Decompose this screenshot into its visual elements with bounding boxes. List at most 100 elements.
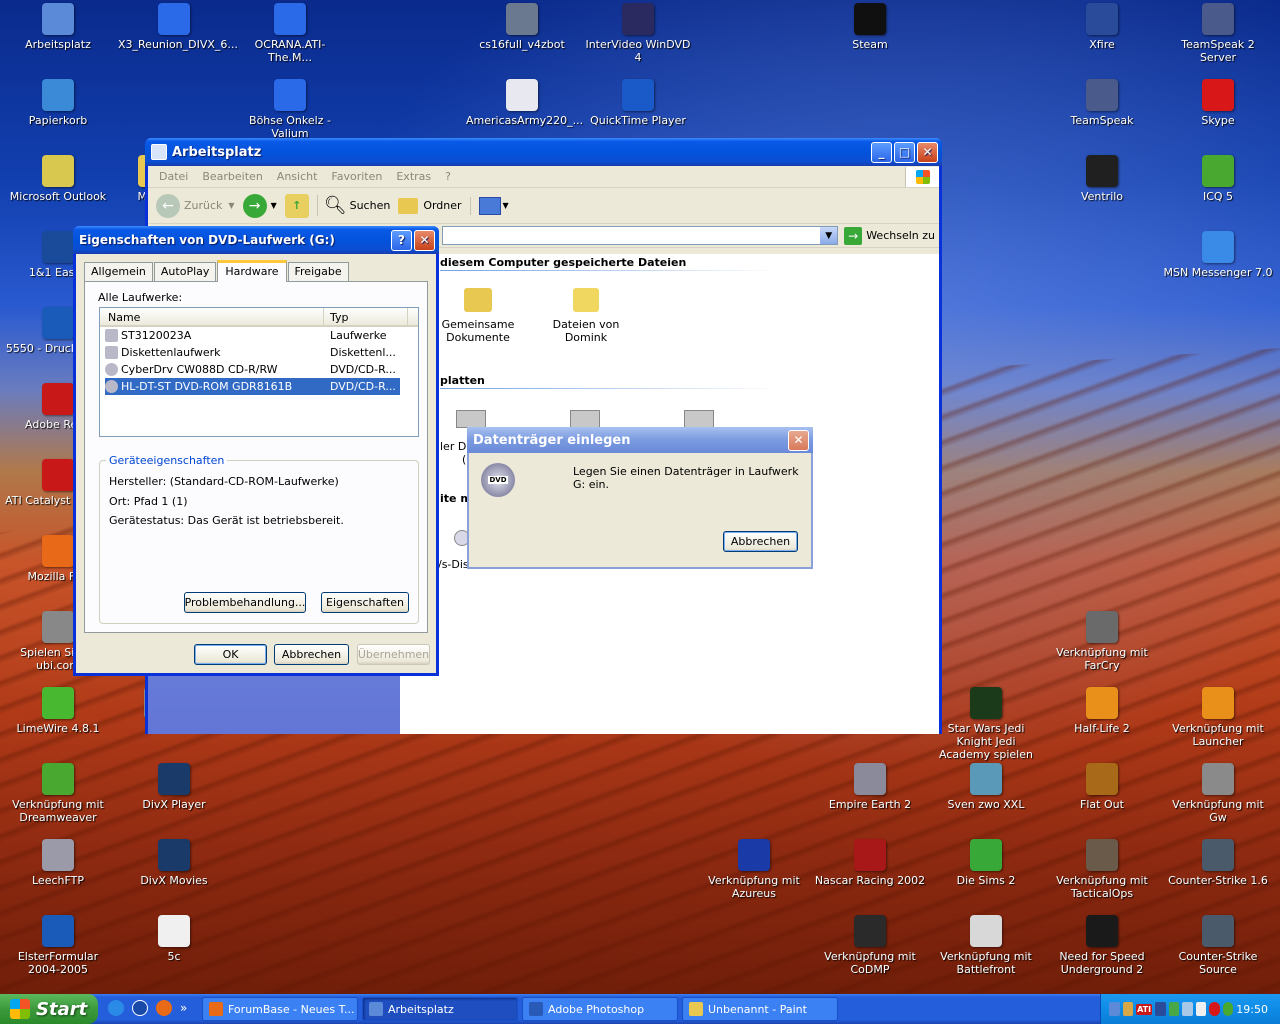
- address-input[interactable]: ▼: [442, 226, 839, 245]
- desktop-icon[interactable]: QuickTime Player: [580, 79, 696, 127]
- desktop-icon[interactable]: Verknüpfung mit Gw: [1160, 763, 1276, 824]
- minimize-button[interactable]: _: [871, 141, 892, 163]
- desktop-icon[interactable]: Verknüpfung mit Launcher: [1160, 687, 1276, 748]
- quicklaunch-more-button[interactable]: »: [180, 1001, 187, 1015]
- desktop-icon[interactable]: Counter-Strike 1.6: [1160, 839, 1276, 887]
- xfire-tray-icon[interactable]: [1155, 1002, 1166, 1016]
- ok-button[interactable]: OK: [194, 644, 267, 665]
- desktop-icon[interactable]: TeamSpeak: [1044, 79, 1160, 127]
- menu-item[interactable]: Favoriten: [324, 170, 389, 183]
- desktop-icon[interactable]: Sven zwo XXL: [928, 763, 1044, 811]
- help-button[interactable]: ?: [391, 229, 412, 251]
- desktop-icon[interactable]: Verknüpfung mit TacticalOps: [1044, 839, 1160, 900]
- properties-button[interactable]: Eigenschaften: [321, 592, 409, 613]
- desktop-icon[interactable]: Empire Earth 2: [812, 763, 928, 811]
- desktop-icon[interactable]: DivX Movies: [116, 839, 232, 887]
- drive-list[interactable]: Name Typ ST3120023A Laufwerke Diskettenlau…: [99, 307, 419, 437]
- folder-item[interactable]: Dateien von Domink: [536, 288, 636, 344]
- desktop-icon[interactable]: X3_Reunion_DIVX_6...: [116, 3, 238, 51]
- table-row[interactable]: Diskettenlaufwerk Diskettenl...: [105, 344, 400, 361]
- table-row[interactable]: HL-DT-ST DVD-ROM GDR8161B DVD/CD-R...: [105, 378, 400, 395]
- hard-disk-icon[interactable]: [570, 410, 600, 428]
- hard-disk-icon[interactable]: [456, 410, 486, 428]
- tab-freigabe[interactable]: Freigabe: [287, 262, 349, 281]
- menu-item[interactable]: Datei: [152, 170, 195, 183]
- desktop-icon[interactable]: cs16full_v4zbot: [464, 3, 580, 51]
- desktop-icon[interactable]: Flat Out: [1044, 763, 1160, 811]
- desktop-icon[interactable]: LimeWire 4.8.1: [0, 687, 116, 735]
- desktop-icon[interactable]: Verknüpfung mit Dreamweaver: [0, 763, 116, 824]
- desktop-icon[interactable]: Half-Life 2: [1044, 687, 1160, 735]
- desktop-icon[interactable]: Böhse Onkelz - Valium: [232, 79, 348, 140]
- desktop-icon[interactable]: AmericasArmy220_...: [464, 79, 583, 127]
- folder-item[interactable]: Gemeinsame Dokumente: [438, 288, 518, 344]
- desktop-icon[interactable]: Steam: [812, 3, 928, 51]
- taskbar-button[interactable]: Arbeitsplatz: [362, 997, 518, 1021]
- desktop-icon[interactable]: Skype: [1160, 79, 1276, 127]
- usb-icon[interactable]: [1182, 1002, 1193, 1016]
- hard-disk-icon[interactable]: [684, 410, 714, 428]
- tab-autoplay[interactable]: AutoPlay: [153, 262, 217, 281]
- menu-item[interactable]: ?: [438, 170, 458, 183]
- skype-tray-icon[interactable]: [1209, 1002, 1220, 1016]
- go-button[interactable]: → Wechseln zu: [844, 226, 935, 245]
- column-header-name[interactable]: Name: [100, 308, 324, 325]
- close-button[interactable]: ✕: [917, 141, 938, 163]
- troubleshoot-button[interactable]: Problembehandlung...: [184, 592, 306, 613]
- desktop-icon[interactable]: OCRANA.ATI-The.M...: [232, 3, 348, 64]
- desktop-icon[interactable]: InterVideo WinDVD 4: [580, 3, 696, 64]
- taskbar-button[interactable]: ForumBase - Neues T...: [202, 997, 358, 1021]
- insert-disk-titlebar[interactable]: Datenträger einlegen ✕: [467, 427, 813, 453]
- desktop-icon[interactable]: Nascar Racing 2002: [812, 839, 928, 887]
- desktop-icon[interactable]: Verknüpfung mit Azureus: [696, 839, 812, 900]
- folders-button[interactable]: Ordner: [398, 197, 462, 214]
- ie-icon[interactable]: [108, 1000, 124, 1016]
- up-folder-button[interactable]: ↑: [284, 193, 309, 218]
- desktop-icon[interactable]: Verknüpfung mit Battlefront: [928, 915, 1044, 976]
- insert-disk-dialog[interactable]: Datenträger einlegen ✕ DVD Legen Sie ein…: [467, 427, 813, 569]
- desktop-icon[interactable]: ElsterFormular 2004-2005: [0, 915, 116, 976]
- address-dropdown-button[interactable]: ▼: [820, 227, 838, 244]
- cancel-button[interactable]: Abbrechen: [723, 531, 798, 552]
- desktop-icon[interactable]: Ventrilo: [1044, 155, 1160, 203]
- menu-item[interactable]: Bearbeiten: [195, 170, 269, 183]
- desktop-icon[interactable]: TeamSpeak 2 Server: [1160, 3, 1276, 64]
- views-button[interactable]: ▼: [469, 196, 509, 215]
- network-icon[interactable]: [1109, 1002, 1120, 1016]
- desktop-icon[interactable]: Papierkorb: [0, 79, 116, 127]
- desktop-icon[interactable]: Verknüpfung mit CoDMP: [812, 915, 928, 976]
- desktop-icon[interactable]: 5c: [116, 915, 232, 963]
- forward-button[interactable]: → ▼: [242, 193, 277, 218]
- maximize-button[interactable]: □: [894, 141, 915, 163]
- menu-item[interactable]: Ansicht: [270, 170, 325, 183]
- desktop-icon[interactable]: Counter-Strike Source: [1160, 915, 1276, 976]
- start-button[interactable]: Start: [0, 994, 98, 1024]
- explorer-titlebar[interactable]: Arbeitsplatz _ □ ✕: [145, 138, 942, 166]
- menu-item[interactable]: Extras: [389, 170, 438, 183]
- icq-tray-icon[interactable]: [1222, 1002, 1234, 1016]
- desktop-icon[interactable]: Arbeitsplatz: [0, 3, 116, 51]
- taskbar-button[interactable]: Adobe Photoshop: [522, 997, 678, 1021]
- media-player-icon[interactable]: [132, 1000, 148, 1016]
- desktop-icon[interactable]: Need for Speed Underground 2: [1044, 915, 1160, 976]
- desktop-icon[interactable]: MSN Messenger 7.0: [1160, 231, 1276, 279]
- cancel-button[interactable]: Abbrechen: [274, 644, 349, 665]
- desktop-icon[interactable]: Star Wars Jedi Knight Jedi Academy spiel…: [928, 687, 1044, 761]
- properties-dialog[interactable]: Eigenschaften von DVD-Laufwerk (G:) ? ✕ …: [73, 226, 439, 676]
- properties-titlebar[interactable]: Eigenschaften von DVD-Laufwerk (G:) ? ✕: [73, 226, 439, 254]
- firefox-icon[interactable]: [156, 1000, 172, 1016]
- taskbar-button[interactable]: Unbenannt - Paint: [682, 997, 838, 1021]
- back-button[interactable]: ← Zurück ▼: [156, 193, 235, 218]
- table-row[interactable]: CyberDrv CW088D CD-R/RW DVD/CD-R...: [105, 361, 400, 378]
- desktop-icon[interactable]: Verknüpfung mit FarCry: [1044, 611, 1160, 672]
- tab-allgemein[interactable]: Allgemein: [84, 262, 153, 281]
- ati-tray-icon[interactable]: ATI: [1136, 1003, 1153, 1015]
- monitor-icon[interactable]: [1168, 1002, 1180, 1016]
- desktop-icon[interactable]: Die Sims 2: [928, 839, 1044, 887]
- search-button[interactable]: 🔍︎ Suchen: [316, 195, 390, 216]
- desktop-icon[interactable]: ICQ 5: [1160, 155, 1276, 203]
- volume-icon[interactable]: [1195, 1002, 1207, 1016]
- desktop-icon[interactable]: Xfire: [1044, 3, 1160, 51]
- desktop-icon[interactable]: DivX Player: [116, 763, 232, 811]
- close-button[interactable]: ✕: [788, 429, 809, 451]
